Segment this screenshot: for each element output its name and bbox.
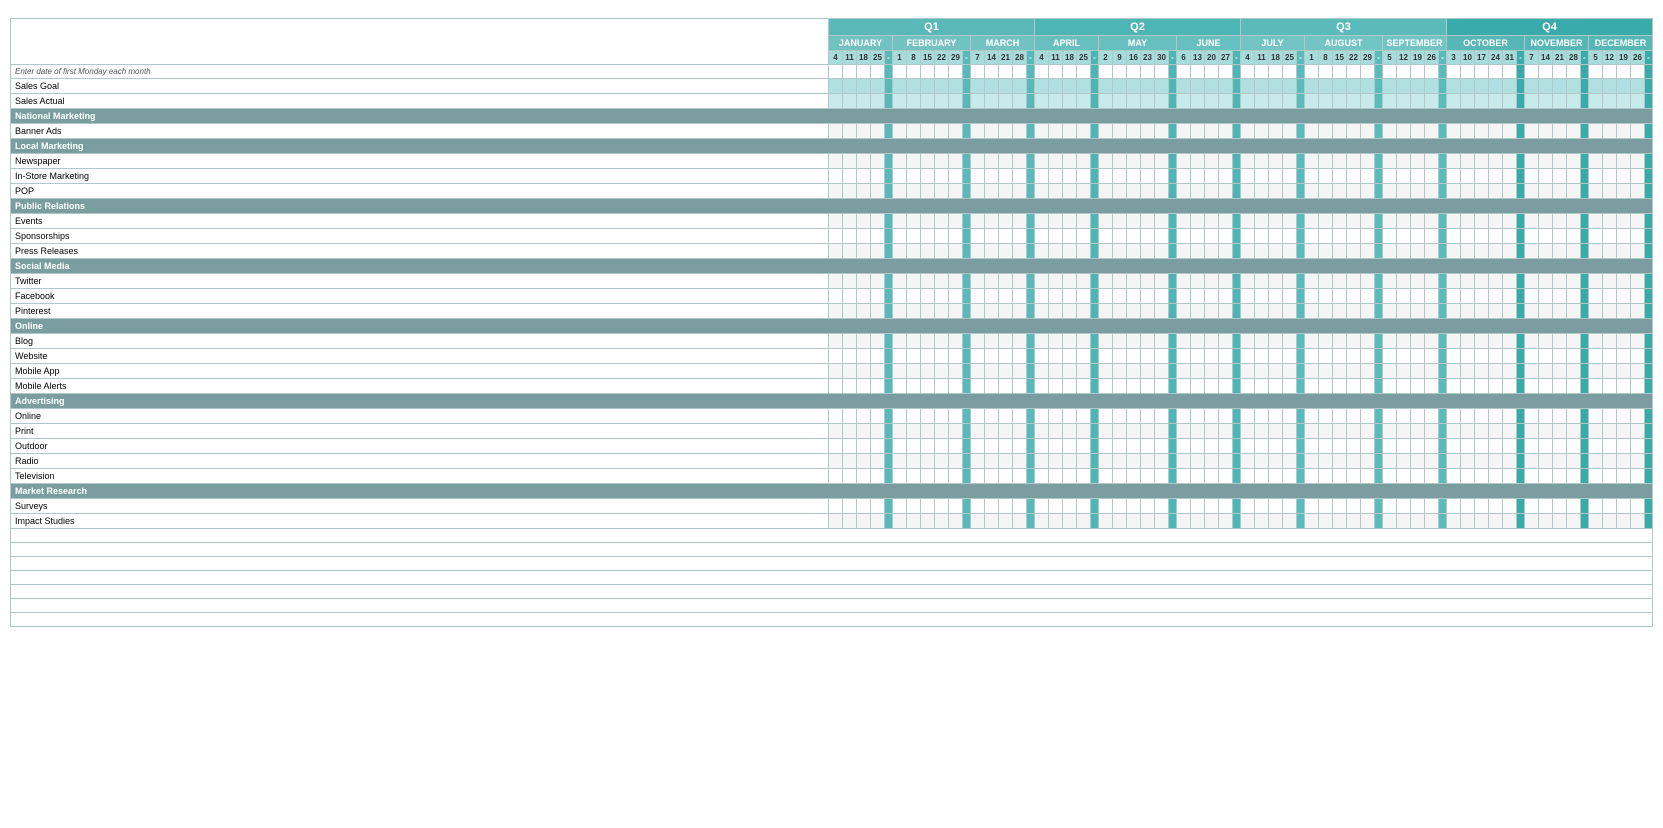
data-row: Print	[11, 424, 1653, 439]
data-row: Blog	[11, 334, 1653, 349]
data-row: Website	[11, 349, 1653, 364]
data-row: Surveys	[11, 499, 1653, 514]
data-row: Radio	[11, 454, 1653, 469]
data-row: Sales Actual	[11, 94, 1653, 109]
data-row: Online	[11, 409, 1653, 424]
data-row: Facebook	[11, 289, 1653, 304]
data-row: Press Releases	[11, 244, 1653, 259]
data-row: Mobile App	[11, 364, 1653, 379]
data-row: Sales Goal	[11, 79, 1653, 94]
data-row: Impact Studies	[11, 514, 1653, 529]
category-row: Market Research	[11, 484, 1653, 499]
data-row: Mobile Alerts	[11, 379, 1653, 394]
data-row: Outdoor	[11, 439, 1653, 454]
category-row: Online	[11, 319, 1653, 334]
data-row: In-Store Marketing	[11, 169, 1653, 184]
data-row: Events	[11, 214, 1653, 229]
calendar-table: Q1Q2Q3Q4JANUARYFEBRUARYMARCHAPRILMAYJUNE…	[10, 18, 1653, 627]
data-row: Twitter	[11, 274, 1653, 289]
data-row: Newspaper	[11, 154, 1653, 169]
category-row: Social Media	[11, 259, 1653, 274]
data-row: POP	[11, 184, 1653, 199]
data-row: Sponsorships	[11, 229, 1653, 244]
category-row: Public Relations	[11, 199, 1653, 214]
category-row: Advertising	[11, 394, 1653, 409]
category-row: Local Marketing	[11, 139, 1653, 154]
data-row: Pinterest	[11, 304, 1653, 319]
data-row: Television	[11, 469, 1653, 484]
data-row: Banner Ads	[11, 124, 1653, 139]
category-row: National Marketing	[11, 109, 1653, 124]
